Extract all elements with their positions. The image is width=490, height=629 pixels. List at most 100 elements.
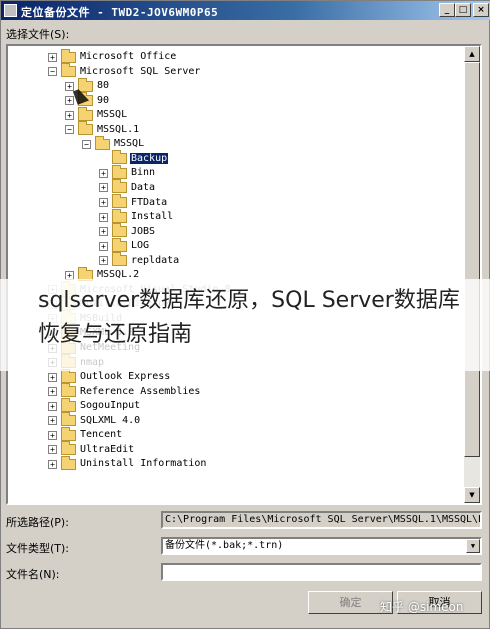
tree-item[interactable]: + Tencent xyxy=(48,426,123,442)
folder-icon xyxy=(95,135,110,150)
collapse-icon[interactable]: − xyxy=(65,125,74,135)
tree-item-label: MSSQL xyxy=(97,109,128,121)
expand-icon[interactable]: + xyxy=(65,110,74,120)
collapse-icon[interactable]: − xyxy=(48,67,57,77)
selected-path-label: 所选路径(P): xyxy=(6,516,69,529)
tree-item-label: LOG xyxy=(131,240,150,252)
tree-item[interactable]: + Uninstall Information xyxy=(48,455,207,471)
expand-icon[interactable]: + xyxy=(48,372,57,382)
tree-item[interactable]: +80 xyxy=(65,77,110,93)
tree-item[interactable]: + SogouInput xyxy=(48,397,141,413)
folder-tree-view[interactable]: + Microsoft Office − Microsoft SQL Server +8… xyxy=(6,44,482,505)
chevron-down-icon[interactable]: ▼ xyxy=(466,539,480,553)
expand-icon[interactable]: + xyxy=(99,256,108,266)
tree-item[interactable]: + JOBS xyxy=(99,223,156,239)
folder-tree: + Microsoft Office − Microsoft SQL Server +8… xyxy=(8,46,466,503)
expand-icon[interactable]: + xyxy=(99,212,108,222)
caption-text: sqlserver数据库还原，SQL Server数据库恢复与还原指南 xyxy=(38,288,460,347)
expand-icon[interactable]: + xyxy=(99,168,108,178)
tree-item[interactable]: − MSSQL xyxy=(82,135,145,151)
tree-item-label: Binn xyxy=(131,167,156,179)
tree-item-label: Microsoft Office xyxy=(80,51,177,62)
expand-icon[interactable]: + xyxy=(48,416,57,426)
maximize-button[interactable]: □ xyxy=(455,3,471,17)
file-name-input[interactable] xyxy=(161,563,482,581)
file-type-label: 文件类型(T): xyxy=(6,542,70,555)
folder-icon xyxy=(112,194,127,208)
expand-icon[interactable]: + xyxy=(48,445,57,455)
expand-icon[interactable]: + xyxy=(65,81,74,91)
folder-icon xyxy=(112,252,127,267)
tree-item-label: MSSQL.1 xyxy=(97,123,140,135)
expand-icon[interactable]: + xyxy=(99,227,108,237)
tree-item-label: Uninstall Information xyxy=(80,458,207,470)
file-name-label: 文件名(N): xyxy=(6,568,60,581)
folder-icon xyxy=(112,164,127,179)
folder-icon xyxy=(112,237,127,252)
folder-icon xyxy=(78,121,93,136)
tree-item-label: SogouInput xyxy=(80,400,141,412)
collapse-icon[interactable]: − xyxy=(82,139,91,149)
tree-item[interactable]: + Install xyxy=(99,208,174,224)
file-type-select[interactable]: 备份文件(*.bak;*.trn) ▼ xyxy=(161,537,482,555)
tree-item[interactable]: + Data xyxy=(99,179,156,195)
folder-icon xyxy=(61,426,76,441)
tree-item[interactable]: Backup xyxy=(99,150,169,166)
tree-item-label: Outlook Express xyxy=(80,371,171,383)
expand-icon[interactable]: + xyxy=(65,96,74,106)
tree-item[interactable]: + Binn xyxy=(99,164,156,180)
file-type-value: 备份文件(*.bak;*.trn) xyxy=(165,540,284,551)
tree-item-label: MSSQL xyxy=(114,138,145,150)
tree-item[interactable]: + MSSQL xyxy=(65,106,128,122)
tree-item-label: FTData xyxy=(131,196,168,208)
folder-icon xyxy=(61,397,76,412)
folder-icon xyxy=(112,223,127,238)
tree-item[interactable]: + UltraEdit xyxy=(48,441,135,457)
minimize-button[interactable]: _ xyxy=(439,3,455,17)
folder-icon xyxy=(112,179,127,194)
expand-icon[interactable]: + xyxy=(48,401,57,411)
tree-item-label: Tencent xyxy=(80,429,123,441)
expand-icon[interactable]: + xyxy=(48,387,57,397)
tree-item[interactable]: + Microsoft Office xyxy=(48,48,177,64)
scroll-thumb[interactable] xyxy=(464,62,480,457)
watermark: 知乎 @simeon xyxy=(380,600,464,614)
folder-icon xyxy=(61,368,76,383)
expand-icon[interactable]: + xyxy=(48,430,57,440)
title-bar[interactable]: 定位备份文件 - TWD2-JOV6WM0P65 _ □ × xyxy=(1,1,490,20)
expand-icon[interactable]: + xyxy=(99,198,108,207)
expand-icon[interactable]: + xyxy=(99,241,108,251)
tree-item[interactable]: + FTData xyxy=(99,194,168,210)
folder-icon xyxy=(61,412,76,427)
folder-icon xyxy=(61,48,76,63)
tree-item-label: 80 xyxy=(97,80,110,92)
tree-item-label: Backup xyxy=(130,152,169,164)
scroll-up-button[interactable]: ▲ xyxy=(464,46,480,62)
tree-item-label: 90 xyxy=(97,94,110,106)
scroll-down-button[interactable]: ▼ xyxy=(464,487,480,503)
tree-item-label: Microsoft SQL Server xyxy=(80,65,201,77)
tree-item[interactable]: + SQLXML 4.0 xyxy=(48,412,141,428)
close-button[interactable]: × xyxy=(473,3,489,17)
folder-icon xyxy=(112,208,127,223)
window-title: 定位备份文件 - TWD2-JOV6WM0P65 xyxy=(21,6,219,19)
tree-item[interactable]: − MSSQL.1 xyxy=(65,121,140,137)
tree-item-label: UltraEdit xyxy=(80,443,135,455)
expand-icon[interactable]: + xyxy=(48,52,57,62)
tree-item-label: repldata xyxy=(131,254,180,266)
tree-vertical-scrollbar[interactable]: ▲ ▼ xyxy=(464,46,480,503)
folder-icon xyxy=(112,150,127,165)
select-file-label: 选择文件(S): xyxy=(6,28,70,41)
tree-item[interactable]: + Outlook Express xyxy=(48,368,171,384)
folder-icon xyxy=(61,383,76,398)
tree-item[interactable]: + repldata xyxy=(99,252,180,268)
tree-item-label: Data xyxy=(131,181,156,193)
tree-item-label: Install xyxy=(131,211,174,223)
tree-item[interactable]: + Reference Assemblies xyxy=(48,383,201,399)
tree-item[interactable]: + LOG xyxy=(99,237,150,253)
tree-item-label: SQLXML 4.0 xyxy=(80,414,141,426)
expand-icon[interactable]: + xyxy=(99,183,108,193)
selected-path-field[interactable]: C:\Program Files\Microsoft SQL Server\MS… xyxy=(161,511,482,529)
tree-item[interactable]: − Microsoft SQL Server xyxy=(48,63,201,79)
expand-icon[interactable]: + xyxy=(48,459,57,469)
